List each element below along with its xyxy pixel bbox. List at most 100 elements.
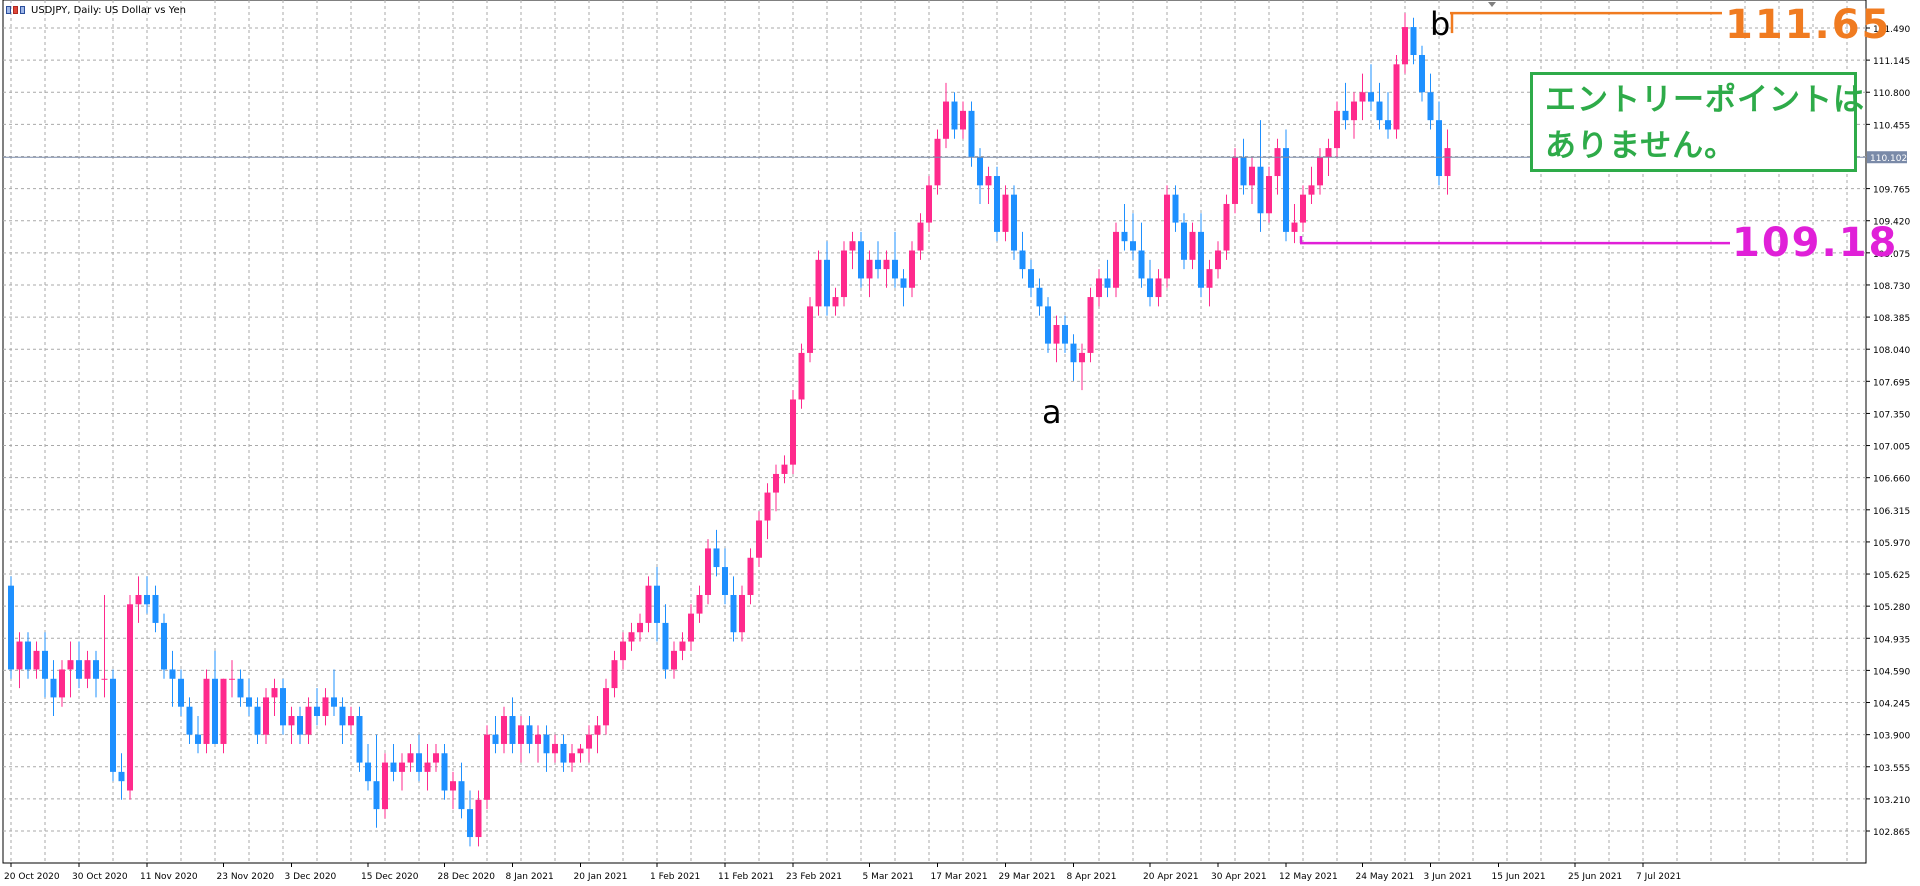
candle-body [985,176,992,186]
candle-body [654,585,660,623]
y-tick-label: 105.280 [1873,603,1910,613]
candle-body [968,110,975,158]
candle-body [994,176,1000,232]
candle-body [1062,324,1068,344]
candle-body [883,259,890,270]
candle-body [586,734,592,749]
x-tick-label: 7 Jul 2021 [1636,872,1681,882]
y-tick-label: 105.970 [1873,539,1910,549]
x-tick-label: 29 Mar 2021 [999,872,1056,882]
candle-body [33,650,40,670]
swing-label-b: b [1430,5,1451,43]
candle-body [237,678,244,698]
candle-body [1189,231,1196,260]
x-tick-label: 15 Jun 2021 [1492,872,1546,882]
candle-body [178,678,184,707]
y-tick-label: 103.900 [1873,732,1910,742]
x-tick-label: 25 Jun 2021 [1568,872,1622,882]
candle-body [339,706,346,726]
candle-body [288,716,295,726]
candle-body [373,781,380,810]
candle-body [161,622,167,670]
entry-note-line-1: エントリーポイントは [1545,82,1865,118]
y-tick-label: 106.315 [1873,507,1910,517]
candle-body [892,259,898,279]
y-tick-label: 107.005 [1873,443,1910,453]
x-tick-label: 30 Oct 2020 [72,872,128,882]
x-tick-label: 20 Apr 2021 [1143,872,1199,882]
candle-body [501,716,507,744]
candle-body [866,259,873,279]
candle-body [450,781,456,791]
candle-body [356,716,363,763]
candle-body [169,669,176,679]
y-tick-label: 105.625 [1873,571,1910,581]
candle-body [1223,203,1230,251]
candle-body [16,641,23,670]
candle-body [84,660,91,679]
y-tick-label: 107.695 [1873,378,1910,388]
candle-body [1138,250,1145,279]
x-tick-label: 17 Mar 2021 [931,872,988,882]
candle-body [254,706,261,735]
candle-body [1028,269,1034,288]
chart-window-icon [6,5,26,15]
candle-body [390,762,397,772]
y-tick-label: 103.555 [1873,764,1910,774]
x-tick-label: 3 Jun 2021 [1424,872,1472,882]
candle-body [1104,278,1111,288]
candle-body [926,185,932,223]
candle-body [518,725,524,744]
candle-body [1291,222,1298,232]
candle-body [203,678,210,744]
candle-body [475,799,482,838]
candle-body [1334,110,1340,149]
candle-body [484,734,490,800]
candle-body [365,762,371,782]
candle-body [526,725,533,744]
candle-body [76,660,82,679]
candle-body [271,688,278,698]
candle-body [713,548,720,568]
candle-body [909,250,915,288]
candle-body [815,259,822,307]
candle-body [679,641,686,651]
candle-body [1172,194,1179,223]
candle-body [25,641,31,670]
candle-body [1376,101,1383,121]
candle-body [1096,278,1102,298]
candle-body [696,594,703,614]
candle-body [739,594,745,633]
x-tick-label: 8 Apr 2021 [1067,872,1117,882]
y-tick-label: 102.865 [1873,828,1910,838]
candle-body [144,594,150,605]
candle-body [8,585,14,670]
y-tick-label: 104.245 [1873,700,1910,710]
candle-body [399,762,405,772]
candle-body [42,650,48,679]
candle-body [552,743,558,754]
candle-body [305,706,312,735]
candle-body [1444,148,1451,177]
candle-body [1342,110,1349,121]
candle-body [1079,352,1085,363]
candle-body [645,585,652,623]
candle-body [560,743,567,763]
y-tick-label: 108.730 [1873,282,1910,292]
candle-body [917,222,924,251]
candle-body [1215,250,1221,270]
candle-body [118,771,125,782]
candle-body [807,306,813,353]
candle-body [127,604,133,791]
candle-body [1266,176,1272,214]
current-price-value: 110.102 [1870,154,1907,164]
candle-body [543,734,550,754]
candle-body [1274,148,1281,177]
x-tick-label: 23 Nov 2020 [217,872,275,882]
x-tick-label: 11 Nov 2020 [140,872,198,882]
x-tick-label: 5 Mar 2021 [863,872,914,882]
candle-body [1053,324,1060,344]
candle-body [1410,27,1417,55]
candle-body [934,138,941,186]
x-tick-label: 30 Apr 2021 [1211,872,1267,882]
